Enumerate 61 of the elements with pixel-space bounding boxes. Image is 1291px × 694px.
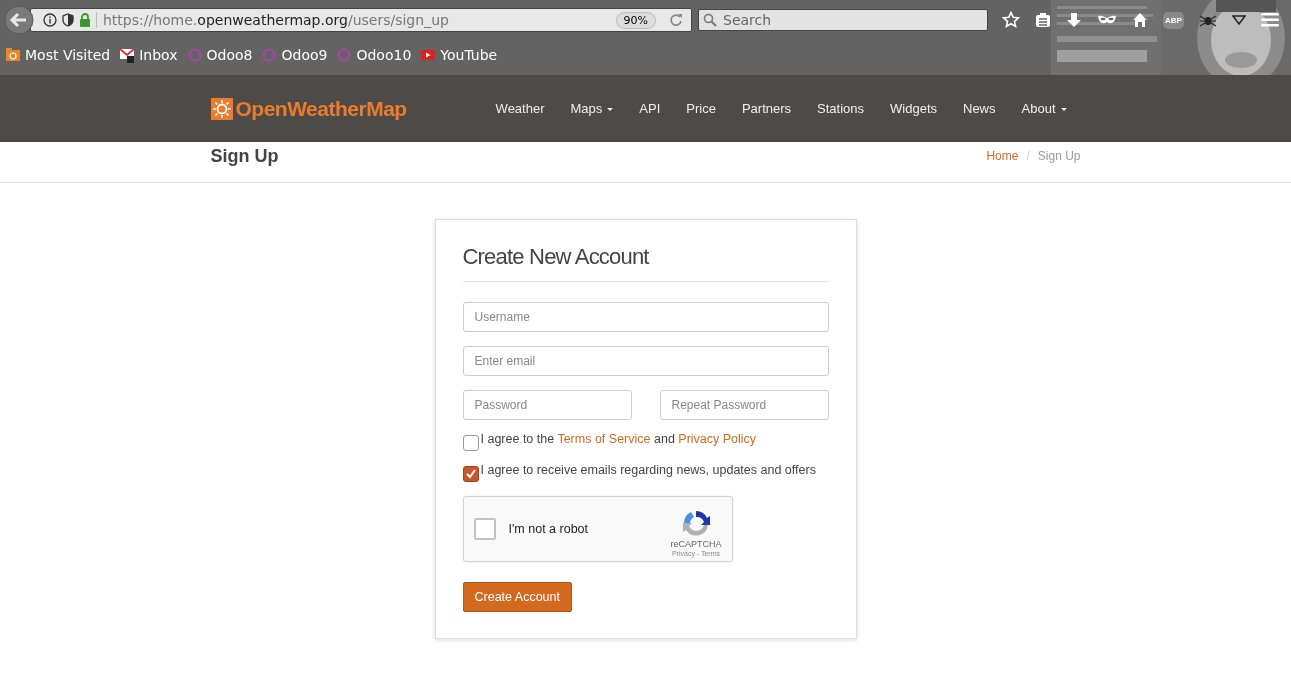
policy-link[interactable]: Terms of Service (557, 432, 651, 446)
form-title: Create New Account (462, 244, 651, 270)
consent-text: I agree to the Terms of Service and Privacy Policy (480, 432, 757, 446)
bookmark-star-icon[interactable] (1002, 11, 1020, 29)
nav-link[interactable]: About (1021, 101, 1067, 116)
bookmark-item[interactable]: Odoo9 (261, 47, 328, 63)
mail-icon (119, 47, 136, 63)
zoom-level[interactable]: 90% (615, 11, 656, 29)
input-field[interactable]: Username (462, 302, 829, 332)
bookmark-item[interactable]: YouTube (420, 47, 498, 63)
info-icon[interactable] (43, 13, 57, 27)
folder-icon (5, 47, 21, 63)
url-text[interactable]: https://home.openweathermap.org/users/sign_up (96, 12, 611, 28)
menu-icon[interactable] (1260, 13, 1279, 27)
shield-icon[interactable] (62, 13, 74, 27)
bookmark-item[interactable]: Odoo10 (336, 47, 412, 63)
mask-icon[interactable] (1097, 14, 1117, 26)
checkbox[interactable] (462, 466, 479, 482)
search-icon (703, 13, 717, 27)
nav-link[interactable]: Stations (817, 101, 865, 116)
nav-link[interactable]: News (963, 101, 996, 116)
address-bar[interactable]: https://home.openweathermap.org/users/sign_up 90% (30, 8, 692, 32)
reload-icon[interactable] (669, 13, 683, 27)
breadcrumb-link[interactable]: Home (986, 149, 1019, 163)
ring-icon (186, 47, 203, 63)
create-account-button[interactable]: Create Account (462, 582, 572, 612)
clipboard-icon[interactable] (1035, 12, 1051, 28)
back-button[interactable] (4, 5, 34, 35)
nav-link[interactable]: Partners (741, 101, 792, 116)
search-field[interactable]: Search (698, 9, 988, 31)
captcha-brand: reCAPTCHA (670, 538, 722, 549)
nav-link[interactable]: API (639, 101, 661, 116)
checkbox[interactable] (462, 435, 479, 451)
nav-link[interactable]: Widgets (890, 101, 937, 116)
site-logo[interactable]: OpenWeatherMap (235, 96, 407, 121)
bookmark-item[interactable]: Inbox (119, 47, 178, 63)
ring-icon (261, 47, 278, 63)
captcha-label: I'm not a robot (508, 522, 589, 536)
sun-logo-icon[interactable] (210, 97, 233, 120)
download-icon[interactable] (1066, 12, 1082, 28)
breadcrumb-current: Sign Up (1037, 149, 1081, 163)
lock-icon (79, 13, 91, 27)
nav-link[interactable]: Price (686, 101, 716, 116)
consent-text: I agree to receive emails regarding news, updates and offers (480, 463, 816, 477)
password-field[interactable]: Password (462, 390, 632, 420)
breadcrumb-separator: / (1026, 149, 1030, 163)
home-icon[interactable] (1132, 12, 1148, 28)
video-icon (420, 47, 437, 63)
input-field[interactable]: Enter email (462, 346, 829, 376)
bookmark-item[interactable]: Odoo8 (186, 47, 253, 63)
nav-link[interactable]: Maps (570, 101, 614, 116)
caret-icon (607, 108, 614, 112)
page-title: Sign Up (210, 145, 279, 167)
caret-icon (1060, 108, 1067, 112)
password-field[interactable]: Repeat Password (659, 390, 829, 420)
policy-link[interactable]: Privacy Policy (678, 432, 757, 446)
ring-icon (336, 47, 353, 63)
nav-link[interactable]: Weather (495, 101, 545, 116)
dropdown-arrow-icon[interactable] (1231, 15, 1246, 25)
captcha-checkbox[interactable] (473, 518, 496, 540)
bookmark-item[interactable]: Most Visited (5, 47, 111, 63)
